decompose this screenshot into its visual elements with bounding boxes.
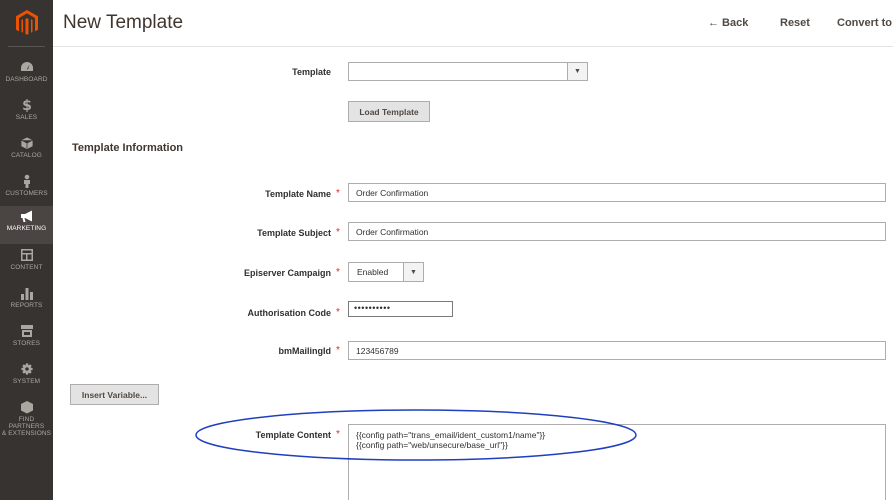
- gear-icon: [20, 362, 34, 376]
- bm-mailing-id-label: bmMailingId: [278, 346, 332, 356]
- insert-variable-button[interactable]: Insert Variable...: [70, 384, 159, 405]
- speedometer-icon: [20, 60, 34, 74]
- sidebar-item-stores[interactable]: STORES: [0, 321, 53, 359]
- sidebar-item-label: CATALOG: [11, 152, 42, 159]
- sidebar-item-reports[interactable]: REPORTS: [0, 283, 53, 321]
- required-mark: *: [336, 267, 340, 278]
- partners-cube-icon: [20, 400, 34, 414]
- sidebar-item-label: FIND PARTNERS: [8, 416, 45, 430]
- sidebar-item-find-partners[interactable]: FIND PARTNERS & EXTENSIONS: [0, 397, 53, 439]
- logo-divider: [8, 46, 45, 47]
- episerver-campaign-select[interactable]: Enabled ▼: [348, 262, 424, 282]
- template-subject-label: Template Subject: [257, 228, 331, 238]
- sidebar-item-label: SALES: [15, 114, 38, 121]
- bar-chart-icon: [20, 286, 34, 300]
- load-template-button[interactable]: Load Template: [348, 101, 430, 122]
- magento-logo-icon: [15, 10, 38, 35]
- template-name-input[interactable]: Order Confirmation: [348, 183, 886, 202]
- magento-logo[interactable]: [0, 0, 53, 46]
- sidebar-item-label: & EXTENSIONS: [1, 430, 52, 437]
- header-divider: [53, 46, 893, 47]
- sidebar-item-dashboard[interactable]: DASHBOARD: [0, 57, 53, 95]
- campaign-select-value: Enabled: [357, 267, 389, 277]
- sidebar-item-marketing[interactable]: MARKETING: [0, 206, 53, 244]
- template-label: Template: [292, 67, 331, 77]
- chevron-down-icon: ▼: [567, 63, 587, 80]
- section-title: Template Information: [72, 142, 184, 154]
- sidebar-item-sales[interactable]: $ SALES: [0, 95, 53, 133]
- authorisation-code-input[interactable]: ••••••••••: [348, 301, 453, 317]
- page-title: New Template: [63, 12, 184, 33]
- sidebar-item-customers[interactable]: CUSTOMERS: [0, 171, 53, 209]
- convert-button[interactable]: Convert to: [837, 17, 892, 29]
- required-mark: *: [336, 345, 340, 356]
- template-subject-input[interactable]: Order Confirmation: [348, 222, 886, 241]
- sidebar-item-label: CONTENT: [10, 264, 43, 271]
- back-button[interactable]: ← Back: [708, 17, 748, 29]
- admin-sidebar: DASHBOARD $ SALES CATALOG CUSTOMERS MARK…: [0, 0, 53, 500]
- reset-button[interactable]: Reset: [780, 17, 810, 29]
- template-select[interactable]: ▼: [348, 62, 588, 81]
- sidebar-item-label: REPORTS: [10, 302, 43, 309]
- episerver-campaign-label: Episerver Campaign: [243, 268, 331, 278]
- sidebar-item-label: SYSTEM: [12, 378, 41, 385]
- layout-icon: [20, 248, 34, 262]
- bm-mailing-id-input[interactable]: 123456789: [348, 341, 886, 360]
- sidebar-item-catalog[interactable]: CATALOG: [0, 133, 53, 171]
- dollar-icon: $: [20, 98, 34, 112]
- megaphone-icon: [20, 209, 34, 223]
- sidebar-item-label: CUSTOMERS: [5, 190, 48, 197]
- sidebar-item-content[interactable]: CONTENT: [0, 245, 53, 283]
- sidebar-item-label: MARKETING: [6, 225, 47, 232]
- sidebar-item-label: STORES: [12, 340, 41, 347]
- sidebar-item-system[interactable]: SYSTEM: [0, 359, 53, 397]
- chevron-down-icon: ▼: [403, 263, 423, 281]
- template-name-label: Template Name: [265, 189, 331, 199]
- authorisation-code-label: Authorisation Code: [247, 308, 332, 318]
- person-icon: [20, 174, 34, 188]
- required-mark: *: [336, 227, 340, 238]
- svg-text:$: $: [22, 98, 32, 112]
- required-mark: *: [336, 188, 340, 199]
- sidebar-item-label: DASHBOARD: [5, 76, 48, 83]
- cube-icon: [20, 136, 34, 150]
- required-mark: *: [336, 307, 340, 318]
- storefront-icon: [20, 324, 34, 338]
- annotation-ellipse: [195, 409, 637, 461]
